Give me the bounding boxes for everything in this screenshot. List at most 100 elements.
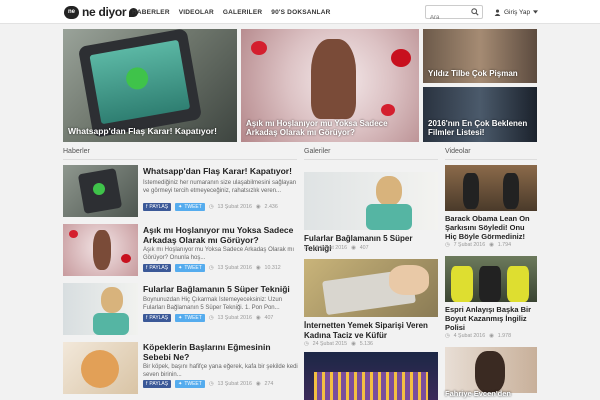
video-date: 4 Şubat 2016 — [453, 333, 486, 339]
news-meta: f PAYLAŞ ✦ TWEET ◷ 13 Şubat 2016 ◉ 274 — [143, 380, 273, 388]
video-thumbnail[interactable] — [445, 256, 537, 302]
view-count: 1.794 — [497, 242, 512, 248]
facebook-share-button[interactable]: f PAYLAŞ — [143, 380, 172, 388]
phone-illustration — [77, 29, 203, 138]
logo-text: ne diyor — [82, 5, 127, 19]
eye-icon: ◉ — [255, 381, 261, 387]
clock-icon: ◷ — [208, 315, 214, 321]
twitter-icon: ✦ — [178, 381, 183, 387]
facebook-share-button[interactable]: f PAYLAŞ — [143, 264, 172, 272]
twitter-icon: ✦ — [178, 265, 183, 271]
main-nav: HABERLER VIDEOLAR GALERILER 90'S DOKSANL… — [132, 0, 331, 24]
news-title[interactable]: Köpeklerin Başlarını Eğmesinin Sebebi Ne… — [143, 342, 298, 362]
view-count: 407 — [264, 315, 274, 321]
site-logo[interactable]: ne ne diyor — [64, 5, 139, 19]
featured-title: Whatsapp'dan Flaş Karar! Kapatıyor! — [68, 126, 217, 137]
view-count: 407 — [359, 245, 369, 251]
news-meta: f PAYLAŞ ✦ TWEET ◷ 13 Şubat 2016 ◉ 10.312 — [143, 264, 281, 272]
facebook-icon: f — [146, 315, 148, 321]
chevron-down-icon — [533, 10, 539, 14]
facebook-share-button[interactable]: f PAYLAŞ — [143, 314, 172, 322]
twitter-share-button[interactable]: ✦ TWEET — [175, 314, 205, 322]
news-excerpt: Bir köpek, başını hafifçe yana eğerek, k… — [143, 364, 298, 379]
featured-title: 2016'nın En Çok Beklenen Filmler Listesi… — [428, 118, 528, 137]
twitter-icon: ✦ — [178, 204, 183, 210]
login-label: Giriş Yap — [504, 8, 531, 16]
clock-icon: ◷ — [445, 242, 450, 248]
clock-icon: ◷ — [208, 204, 214, 210]
twitter-share-button[interactable]: ✦ TWEET — [175, 380, 205, 388]
gallery-thumbnail[interactable] — [304, 172, 438, 230]
gallery-meta: ◷ 24 Şubat 2015 ◉ 5.136 — [304, 341, 373, 347]
view-count: 5.136 — [359, 341, 373, 347]
clock-icon: ◷ — [304, 341, 309, 347]
divider — [445, 159, 537, 160]
nav-item-haberler[interactable]: HABERLER — [132, 9, 170, 16]
section-title-galeriler: Galeriler — [304, 148, 331, 155]
video-date: 7 Şubat 2016 — [453, 242, 486, 248]
logo-badge: ne — [64, 5, 79, 19]
top-navbar: ne ne diyor HABERLER VIDEOLAR GALERILER … — [0, 0, 600, 24]
video-title[interactable]: Fahriye Evcen'den — [445, 389, 537, 398]
news-date: 13 Şubat 2016 — [217, 204, 252, 210]
gallery-thumbnail[interactable] — [304, 259, 438, 317]
video-thumbnail[interactable] — [445, 165, 537, 211]
nav-item-galeriler[interactable]: GALERILER — [223, 9, 262, 16]
section-title-haberler: Haberler — [63, 148, 90, 155]
login-button[interactable]: Giriş Yap — [494, 5, 539, 19]
view-count: 1.978 — [497, 333, 512, 339]
facebook-share-button[interactable]: f PAYLAŞ — [143, 203, 172, 211]
gallery-thumbnail[interactable] — [304, 352, 438, 400]
news-title[interactable]: Aşık mı Hoşlanıyor mu Yoksa Sadece Arkad… — [143, 225, 298, 245]
clock-icon: ◷ — [445, 333, 450, 339]
clock-icon: ◷ — [304, 245, 309, 251]
news-thumbnail[interactable] — [63, 224, 138, 276]
clock-icon: ◷ — [208, 265, 214, 271]
news-thumbnail[interactable] — [63, 283, 138, 335]
twitter-share-button[interactable]: ✦ TWEET — [175, 203, 205, 211]
gallery-title[interactable]: İnternetten Yemek Siparişi Veren Kadına … — [304, 321, 438, 340]
nav-item-90s[interactable]: 90'S DOKSANLAR — [271, 9, 330, 16]
featured-card-whatsapp[interactable]: Whatsapp'dan Flaş Karar! Kapatıyor! — [63, 29, 237, 142]
divider — [63, 159, 297, 160]
eye-icon: ◉ — [489, 242, 494, 248]
news-date: 13 Şubat 2016 — [217, 315, 252, 321]
news-excerpt: Aşık mı Hoşlanıyor mu Yoksa Sadece Arkad… — [143, 247, 295, 262]
video-title[interactable]: Espri Anlayışı Başka Bir Boyut Kazanmış … — [445, 305, 537, 332]
news-meta: f PAYLAŞ ✦ TWEET ◷ 13 Şubat 2016 ◉ 407 — [143, 314, 273, 322]
view-count: 274 — [264, 381, 274, 387]
twitter-icon: ✦ — [178, 315, 183, 321]
news-thumbnail[interactable] — [63, 342, 138, 394]
news-date: 13 Şubat 2016 — [217, 381, 252, 387]
eye-icon: ◉ — [255, 315, 261, 321]
view-count: 10.312 — [264, 265, 281, 271]
video-title[interactable]: Barack Obama Lean On Şarkısını Söyledi! … — [445, 214, 537, 241]
nav-item-videolar[interactable]: VIDEOLAR — [179, 9, 214, 16]
search-icon[interactable] — [471, 8, 479, 16]
news-date: 13 Şubat 2016 — [217, 265, 252, 271]
gallery-meta: ◷ 13 Şubat 2016 ◉ 407 — [304, 245, 369, 251]
section-title-videolar: Videolar — [445, 148, 471, 155]
news-meta: f PAYLAŞ ✦ TWEET ◷ 13 Şubat 2016 ◉ 2.436 — [143, 203, 278, 211]
facebook-icon: f — [146, 265, 148, 271]
search-box — [425, 5, 483, 24]
eye-icon: ◉ — [351, 245, 356, 251]
clock-icon: ◷ — [208, 381, 214, 387]
video-meta: ◷ 7 Şubat 2016 ◉ 1.794 — [445, 242, 511, 248]
news-title[interactable]: Fularlar Bağlamanın 5 Süper Tekniği — [143, 284, 298, 294]
eye-icon: ◉ — [255, 204, 261, 210]
eye-icon: ◉ — [351, 341, 356, 347]
video-thumbnail[interactable] — [445, 347, 537, 393]
facebook-icon: f — [146, 381, 148, 387]
featured-title: Yıldız Tilbe Çok Pişman — [428, 68, 518, 78]
featured-card-love[interactable]: Aşık mı Hoşlanıyor mu Yoksa Sadece Arkad… — [241, 29, 419, 142]
news-title[interactable]: Whatsapp'dan Flaş Karar! Kapatıyor! — [143, 166, 298, 176]
facebook-icon: f — [146, 204, 148, 210]
twitter-share-button[interactable]: ✦ TWEET — [175, 264, 205, 272]
featured-card-films[interactable]: 2016'nın En Çok Beklenen Filmler Listesi… — [423, 87, 537, 142]
view-count: 2.436 — [264, 204, 278, 210]
featured-card-yildiz-tilbe[interactable]: Yıldız Tilbe Çok Pişman — [423, 29, 537, 83]
news-thumbnail[interactable] — [63, 165, 138, 217]
search-input[interactable] — [426, 12, 468, 24]
gallery-date: 24 Şubat 2015 — [312, 341, 348, 347]
